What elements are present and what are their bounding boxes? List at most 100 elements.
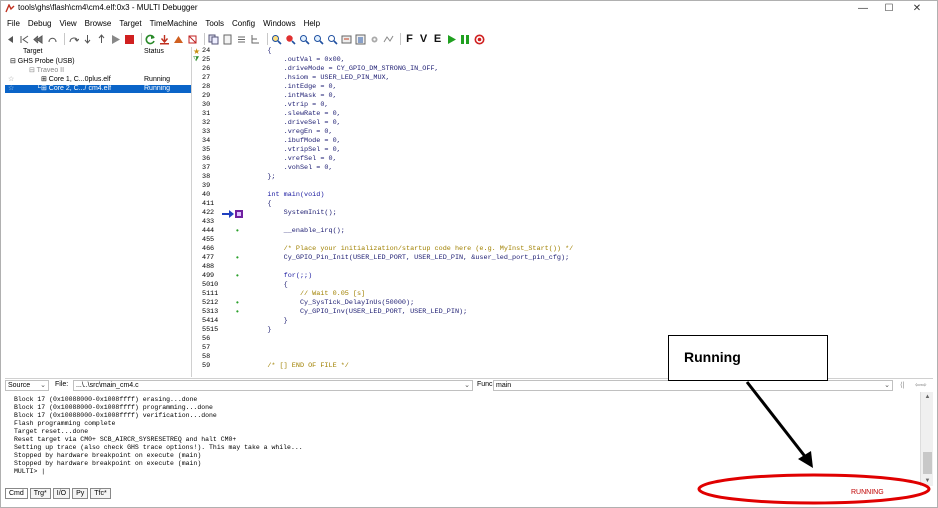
source-line[interactable]: 43 3 [192,218,933,227]
step-back-icon[interactable] [19,34,30,45]
step-into-icon[interactable] [82,34,93,45]
line-number[interactable]: 27 [202,74,222,83]
line-number[interactable]: 39 [202,182,222,191]
disconnect-icon[interactable] [187,34,198,45]
tab-io[interactable]: I/O [52,488,71,499]
source-line[interactable]: 42 2 SystemInit(); [192,209,933,218]
line-number[interactable]: 40 [202,191,222,200]
settings-icon[interactable] [369,34,380,45]
line-number[interactable]: 38 [202,173,222,182]
step-over-icon[interactable] [68,34,79,45]
stop-record-icon[interactable] [474,34,485,45]
line-number[interactable]: 59 [202,362,222,371]
scrollbar-thumb[interactable] [923,452,932,474]
breakpoint-slot-icon[interactable]: • [235,227,240,236]
line-number[interactable]: 28 [202,83,222,92]
target-row-core1[interactable]: ☆ ⊞ Core 1, C...0plus.elf Running [5,76,191,84]
source-line[interactable]: 48 8 [192,263,933,272]
menu-tools[interactable]: Tools [201,17,228,30]
zoom-out-icon[interactable] [313,34,324,45]
document-icon[interactable] [222,34,233,45]
menu-config[interactable]: Config [228,17,259,30]
source-line[interactable]: 26 .driveMode = CY_GPIO_DM_STRONG_IN_OFF… [192,65,933,74]
breakpoint-slot-icon[interactable]: • [235,272,240,281]
line-number[interactable]: 37 [202,164,222,173]
run-back-icon[interactable] [33,34,44,45]
line-number[interactable]: 31 [202,110,222,119]
line-number[interactable]: 24 [202,47,222,56]
line-number[interactable]: 29 [202,92,222,101]
command-scrollbar[interactable]: ▲ ▼ [920,392,933,486]
source-line[interactable]: 49 9 • for(;;) [192,272,933,281]
source-line[interactable]: 51 11 // Wait 0.05 [s] [192,290,933,299]
source-line[interactable]: 39 [192,182,933,191]
v-button[interactable]: V [418,33,429,45]
menu-view[interactable]: View [55,17,80,30]
source-line[interactable]: 29 .intMask = 0, [192,92,933,101]
pause-icon[interactable] [460,34,471,45]
source-line[interactable]: 28 .intEdge = 0, [192,83,933,92]
menu-debug[interactable]: Debug [24,17,56,30]
source-line[interactable]: 41 1 { [192,200,933,209]
func-select[interactable]: main ⌄ [493,380,893,391]
flash-icon[interactable] [173,34,184,45]
line-number[interactable]: 58 [202,353,222,362]
target-row-probe[interactable]: ⊟ GHS Probe (USB) [5,58,191,66]
source-line[interactable]: 50 10 { [192,281,933,290]
source-line[interactable]: 33 .vregEn = 0, [192,128,933,137]
view-mode-select[interactable]: Source ⌄ [5,380,49,391]
trace-icon[interactable] [383,34,394,45]
source-line[interactable]: 25 .outVal = 0x00, [192,56,933,65]
close-button[interactable]: ✕ [903,2,931,15]
command-prompt[interactable]: MULTI> | [14,468,45,476]
breakpoints-icon[interactable] [236,34,247,45]
star-icon[interactable]: ☆ [8,76,14,84]
tab-trg[interactable]: Trg* [29,488,51,499]
halt-icon[interactable] [124,34,135,45]
search-icon[interactable] [271,34,282,45]
menu-timemachine[interactable]: TimeMachine [146,17,202,30]
tree-icon[interactable] [250,34,261,45]
menu-file[interactable]: File [3,17,24,30]
source-line[interactable]: 45 5 [192,236,933,245]
source-line[interactable]: 54 14 } [192,317,933,326]
step-return-icon[interactable] [96,33,107,45]
breakpoint-slot-icon[interactable]: • [235,308,240,317]
download-icon[interactable] [159,34,170,45]
source-line[interactable]: 27 .hsiom = USER_LED_PIN_MUX, [192,74,933,83]
line-number[interactable]: 30 [202,101,222,110]
menu-windows[interactable]: Windows [259,17,299,30]
maximize-button[interactable]: ☐ [875,2,903,15]
copy-icon[interactable] [208,34,219,45]
source-line[interactable]: 37 .vohSel = 0, [192,164,933,173]
source-line[interactable]: 53 13 • Cy_GPIO_Inv(USER_LED_PORT, USER_LE… [192,308,933,317]
line-number[interactable]: 36 [202,155,222,164]
back-step-icon[interactable] [5,34,16,45]
line-number[interactable]: 26 [202,65,222,74]
source-line[interactable]: 52 12 • Cy_SysTick_DelayInUs(50000); [192,299,933,308]
nav-forward-icon[interactable]: ⇦⇨ [915,381,927,389]
resume-icon[interactable] [446,34,457,45]
tab-tfc[interactable]: Tfc* [90,488,111,499]
tab-py[interactable]: Py [72,488,89,499]
line-number[interactable]: 35 [202,146,222,155]
star-icon[interactable]: ☆ [8,85,14,93]
breakpoint-slot-icon[interactable]: • [235,254,240,263]
target-row-core2[interactable]: ☆ └⊞ Core 2, C.../ cm4.elf Running [5,85,191,93]
zoom-in-icon[interactable] [299,34,310,45]
target-column-header[interactable]: Target [23,48,42,55]
source-line[interactable]: 31 .slewRate = 0, [192,110,933,119]
source-line[interactable]: 55 15 } [192,326,933,335]
line-number[interactable]: 33 [202,128,222,137]
source-line[interactable]: 46 6 /* Place your initialization/startup… [192,245,933,254]
source-line[interactable]: 35 .vtripSel = 0, [192,146,933,155]
find-icon[interactable] [327,34,338,45]
source-line[interactable]: 40 int main(void) [192,191,933,200]
command-output-pane[interactable]: Block 17 (0x10088000-0x1008ffff) erasing… [5,392,920,486]
line-number[interactable]: 34 [202,137,222,146]
status-column-header[interactable]: Status [144,48,164,55]
line-number[interactable]: 56 [202,335,222,344]
minimize-button[interactable]: — [849,2,877,15]
breakpoint-slot-icon[interactable]: • [235,299,240,308]
memory-icon[interactable] [355,34,366,45]
